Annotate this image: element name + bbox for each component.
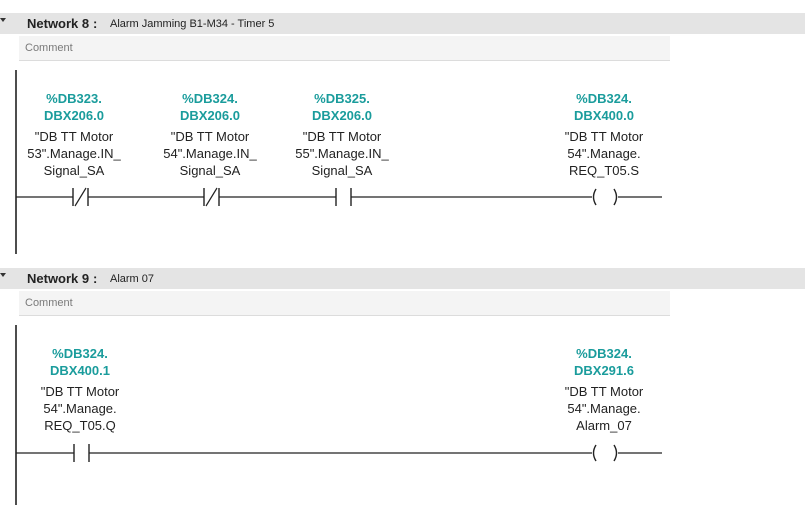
n8-coil-symbol[interactable] (592, 188, 618, 206)
n8-contact3-no-symbol[interactable] (335, 188, 352, 206)
n9-contact1-no-symbol[interactable] (73, 444, 90, 462)
n9-coil-symbol[interactable] (592, 444, 618, 462)
ladder-diagram (15, 70, 662, 505)
n8-contact2-nc-symbol[interactable] (203, 187, 220, 207)
ladder-editor: Network 8 : Alarm Jamming B1-M34 - Timer… (0, 0, 805, 505)
n8-contact1-nc-symbol[interactable] (72, 187, 89, 207)
